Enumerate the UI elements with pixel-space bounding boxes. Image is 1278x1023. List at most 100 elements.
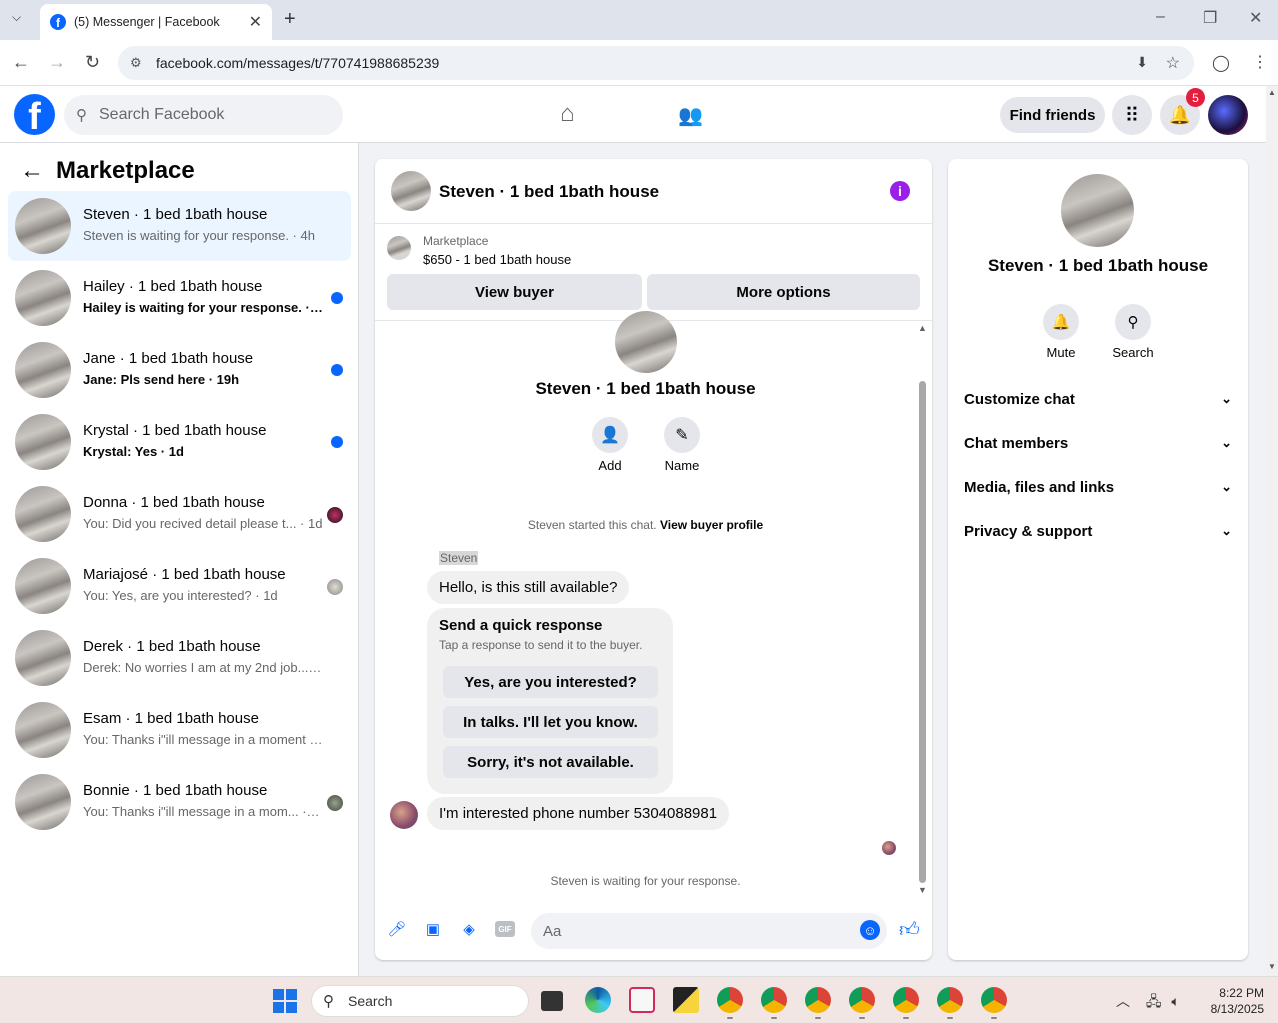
name-label: Name [664,458,700,473]
section-label: Customize chat [964,391,1075,408]
back-arrow-icon[interactable]: ← [20,157,44,185]
chrome-icon[interactable] [805,987,831,1013]
view-buyer-profile-link[interactable]: View buyer profile [660,518,763,532]
info-icon[interactable]: i [890,181,910,201]
scroll-down-arrow-icon[interactable]: ▼ [918,885,927,895]
conversation-item[interactable]: Hailey · 1 bed 1bath house Hailey is wai… [8,263,351,333]
conversation-item[interactable]: Bonnie · 1 bed 1bath house You: Thanks i… [8,767,351,837]
reload-icon[interactable]: ↻ [85,52,100,73]
conversation-item[interactable]: Donna · 1 bed 1bath house You: Did you r… [8,479,351,549]
avatar[interactable] [391,171,431,211]
more-options-button[interactable]: More options [647,274,920,310]
facebook-favicon-icon: f [50,14,66,30]
seen-avatar [327,507,343,523]
chrome-icon[interactable] [981,987,1007,1013]
privacy-support-section[interactable]: Privacy & support ⌄ [964,523,1232,547]
page-scrollbar[interactable]: ▲ ▼ [1266,86,1278,976]
bookmark-star-icon[interactable]: ☆ [1166,53,1180,73]
avatar [15,486,71,542]
forward-icon[interactable]: → [48,52,66,73]
facebook-search-input[interactable]: ⚲ Search Facebook [64,95,343,135]
emoji-icon[interactable]: ☺ [860,920,880,940]
address-bar[interactable]: ⚙ facebook.com/messages/t/77074198868523… [118,46,1194,80]
scroll-down-arrow-icon[interactable]: ▼ [1268,962,1276,971]
chrome-icon[interactable] [761,987,787,1013]
edit-pencil-icon[interactable]: ✎ [664,417,700,453]
find-friends-button[interactable]: Find friends [1000,97,1105,133]
thumbs-up-icon[interactable]: 👍︎ [899,918,920,942]
scrollbar[interactable] [919,381,926,883]
conversation-name: Derek · 1 bed 1bath house [83,638,261,655]
conversation-item[interactable]: Esam · 1 bed 1bath house You: Thanks i"i… [8,695,351,765]
back-icon[interactable]: ← [12,52,30,73]
conversation-item[interactable]: Steven · 1 bed 1bath house Steven is wai… [8,191,351,261]
listing-thumbnail[interactable] [387,236,411,260]
chat-members-section[interactable]: Chat members ⌄ [964,435,1232,459]
conversation-item[interactable]: Derek · 1 bed 1bath house Derek: No worr… [8,623,351,693]
quick-response-button[interactable]: Yes, are you interested? [443,666,658,698]
restore-icon[interactable]: ❐ [1203,8,1217,28]
tab-list-chevron-icon[interactable]: ⌵ [12,10,21,25]
customize-chat-section[interactable]: Customize chat ⌄ [964,391,1232,415]
scroll-up-arrow-icon[interactable]: ▲ [918,323,927,333]
volume-icon[interactable]: 🔈︎ [1171,993,1179,1009]
microphone-icon[interactable]: 🎤︎ [387,919,407,939]
scroll-up-arrow-icon[interactable]: ▲ [1268,88,1276,97]
snipping-tool-icon[interactable] [629,987,655,1013]
network-icon[interactable]: 🖧 [1146,993,1162,1009]
new-tab-icon[interactable]: + [284,8,296,31]
minimize-icon[interactable]: – [1156,8,1165,26]
gif-icon[interactable]: GIF [495,921,515,937]
quick-response-button[interactable]: Sorry, it's not available. [443,746,658,778]
url-text: facebook.com/messages/t/770741988685239 [156,55,440,71]
media-files-links-section[interactable]: Media, files and links ⌄ [964,479,1232,503]
menu-grid-icon[interactable]: ⠿ [1112,95,1152,135]
listing-price[interactable]: $650 - 1 bed 1bath house [423,252,571,267]
sticker-icon[interactable]: ◈ [459,919,479,939]
conversation-item[interactable]: Jane · 1 bed 1bath house Jane: Pls send … [8,335,351,405]
system-tray[interactable]: ︿ 🖧 🔈︎ [1116,991,1180,1015]
message-bubble[interactable]: Hello, is this still available? [427,571,630,604]
search-icon[interactable]: ⚲ [1115,304,1151,340]
account-avatar[interactable] [1208,95,1248,135]
message-thread[interactable]: Steven · 1 bed 1bath house 👤 Add ✎ Name … [375,311,932,901]
conversation-name: Esam · 1 bed 1bath house [83,710,259,727]
close-window-icon[interactable]: ✕ [1249,8,1262,28]
avatar [15,270,71,326]
avatar [15,414,71,470]
running-indicator [859,1017,865,1019]
browser-menu-icon[interactable]: ⋮ [1252,52,1268,72]
start-windows-icon[interactable] [273,989,297,1013]
chevron-up-icon[interactable]: ︿ [1116,993,1130,1009]
chevron-down-icon: ⌄ [1221,479,1232,494]
mute-bell-icon[interactable]: 🔔 [1043,304,1079,340]
view-buyer-button[interactable]: View buyer [387,274,642,310]
conversation-item[interactable]: Mariajosé · 1 bed 1bath house You: Yes, … [8,551,351,621]
photo-icon[interactable]: ▣ [423,919,443,939]
edge-icon[interactable] [585,987,611,1013]
message-bubble[interactable]: I'm interested phone number 5304088981 [427,797,730,830]
facebook-logo-icon[interactable]: f [14,94,55,135]
buyer-avatar[interactable] [390,801,418,829]
clock[interactable]: 8:22 PM 8/13/2025 [1200,985,1264,1017]
taskbar-search[interactable]: ⚲ Search [311,985,529,1017]
conversation-item[interactable]: Krystal · 1 bed 1bath house Krystal: Yes… [8,407,351,477]
sticky-notes-icon[interactable] [673,987,699,1013]
profile-icon[interactable]: ◯ [1212,53,1230,73]
browser-tab[interactable]: f (5) Messenger | Facebook ✕ [40,4,272,40]
profile-name: Steven · 1 bed 1bath house [535,379,756,398]
chrome-icon[interactable] [893,987,919,1013]
message-input[interactable]: Aa [531,913,887,949]
chat-title[interactable]: Steven · 1 bed 1bath house [439,182,659,202]
site-info-icon[interactable]: ⚙ [130,55,146,71]
chrome-icon[interactable] [849,987,875,1013]
install-app-icon[interactable]: ⬇ [1136,54,1148,71]
chrome-icon[interactable] [717,987,743,1013]
add-person-icon[interactable]: 👤 [592,417,628,453]
home-icon[interactable]: ⌂ [560,100,575,128]
quick-response-button[interactable]: In talks. I'll let you know. [443,706,658,738]
chrome-icon[interactable] [937,987,963,1013]
friends-icon[interactable]: 👥 [678,103,703,128]
task-view-icon[interactable] [541,991,563,1011]
close-tab-icon[interactable]: ✕ [249,12,262,32]
